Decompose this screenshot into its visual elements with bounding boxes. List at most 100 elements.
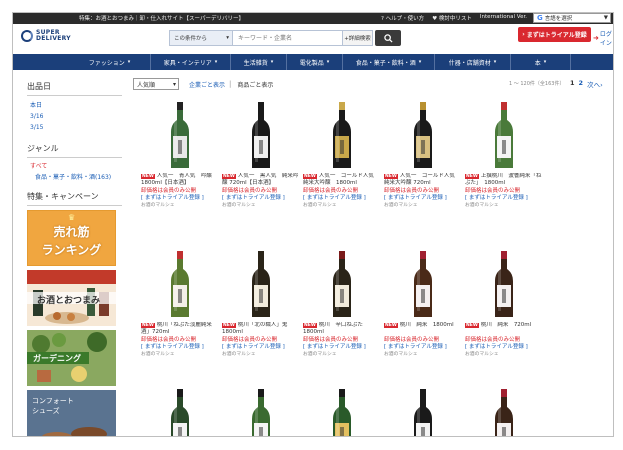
help-link[interactable]: ? ヘルプ・使い方 [381,14,424,22]
seller-name[interactable]: お酒のマルシェ [384,202,462,210]
site-logo[interactable]: SUPER DELIVERY [21,30,71,42]
product-card[interactable] [141,389,219,436]
chevron-down-icon: ▾ [493,59,497,65]
product-thumbnail[interactable] [222,251,300,319]
product-thumbnail[interactable] [303,102,381,170]
product-title[interactable]: NEW 桃川 辛口ねぶた 1800ml [303,322,381,336]
search-icon [383,33,393,43]
product-card[interactable] [465,389,543,436]
trial-register-link[interactable]: [ まずはトライアル登録 ] [303,344,381,351]
nav-item[interactable]: 生活雑貨 ▾ [231,54,287,70]
search-input[interactable] [233,30,343,46]
genre-all[interactable]: すべて [27,162,122,172]
chevron-down-icon: ▾ [326,59,330,65]
nav-item[interactable]: ファッション ▾ [69,54,151,70]
product-title[interactable]: NEW 人気一 ゴールド人気 純米大吟醸 1800ml [303,173,381,187]
nav-item[interactable]: 本 ▾ [511,54,571,70]
international-link[interactable]: International Ver. [480,14,527,22]
language-selector[interactable]: G 言語を選択 ▼ [533,13,611,23]
advanced-search-button[interactable]: +詳細検索 [343,30,373,46]
seller-name[interactable]: お酒のマルシェ [465,351,543,359]
banner-sake-snacks[interactable]: お酒とおつまみ [27,270,116,326]
product-thumbnail[interactable] [303,389,381,436]
seller-name[interactable]: お酒のマルシェ [222,351,300,359]
product-thumbnail[interactable] [141,251,219,319]
product-card[interactable]: NEW 桃川 辛口ねぶた 1800ml 卸価格は会員のみ公開[ まずはトライアル登録… [303,251,381,359]
seller-name[interactable]: お酒のマルシェ [141,351,219,359]
trial-register-link[interactable]: [ まずはトライアル登録 ] [465,195,543,202]
product-thumbnail[interactable] [465,102,543,170]
trial-register-link[interactable]: [ まずはトライアル登録 ] [222,195,300,202]
seller-name[interactable]: お酒のマルシェ [303,351,381,359]
nav-item[interactable]: 電化製品 ▾ [287,54,343,70]
seller-name[interactable]: お酒のマルシェ [141,202,219,210]
product-card[interactable]: NEW 人気一 ゴールド人気 純米大吟醸 1800ml 卸価格は会員のみ公開[ まず… [303,102,381,210]
product-thumbnail[interactable] [222,102,300,170]
view-by-company-link[interactable]: 企業ごと表示 [189,80,225,89]
date-item[interactable]: 3/16 [27,111,122,122]
price-notice: 卸価格は会員のみ公開 [465,337,521,343]
trial-register-link[interactable]: [ まずはトライアル登録 ] [141,195,219,202]
product-card[interactable] [303,389,381,436]
product-thumbnail[interactable] [465,389,543,436]
banner-comfort-shoes[interactable]: コンフォート シューズ [27,390,116,436]
seller-name[interactable]: お酒のマルシェ [465,202,543,210]
product-thumbnail[interactable] [384,389,462,436]
wishlist-link[interactable]: ♥ 検討中リスト [432,14,472,22]
product-thumbnail[interactable] [465,251,543,319]
product-card[interactable]: NEW 桃川「北の職人」鬼 1800ml 卸価格は会員のみ公開[ まずはトライアル登… [222,251,300,359]
date-today[interactable]: 本日 [27,100,122,111]
date-item[interactable]: 3/15 [27,122,122,133]
trial-register-link[interactable]: [ まずはトライアル登録 ] [465,344,543,351]
sake-bottle-image [252,389,270,436]
seller-name[interactable]: お酒のマルシェ [303,202,381,210]
product-title[interactable]: NEW 上撰桃川 波響純米「ねぶた」 1800ml [465,173,543,187]
product-thumbnail[interactable] [384,102,462,170]
product-card[interactable] [384,389,462,436]
search-button[interactable] [375,30,401,46]
product-card[interactable]: NEW 人気一 黒人気 純米吟醸 720ml【日本酒】 卸価格は会員のみ公開[ まず… [222,102,300,210]
product-title[interactable]: NEW 桃川 純米 720ml [465,322,543,336]
banner-ranking[interactable]: ♛ 売れ筋 ランキング [27,210,116,266]
product-card[interactable]: NEW 人気一 青人気 吟醸 1800ml【日本酒】 卸価格は会員のみ公開[ まずは… [141,102,219,210]
nav-item[interactable]: 食品・菓子・飲料・酒 ▾ [343,54,435,70]
product-title[interactable]: NEW 人気一 ゴールド人気 純米大吟醸 720ml [384,173,462,187]
product-title[interactable]: NEW 人気一 黒人気 純米吟醸 720ml【日本酒】 [222,173,300,187]
product-thumbnail[interactable] [141,102,219,170]
product-card[interactable]: NEW 桃川「ねぶた淡麗純米酒」720ml 卸価格は会員のみ公開[ まずはトライアル… [141,251,219,359]
nav-item[interactable]: 家具・インテリア ▾ [151,54,231,70]
trial-register-link[interactable]: [ まずはトライアル登録 ] [384,195,462,202]
product-card[interactable]: NEW 桃川 純米 1800ml 卸価格は会員のみ公開[ まずはトライアル登録 ] お… [384,251,462,359]
genre-food[interactable]: 食品・菓子・飲料・酒(163) [27,172,122,183]
seller-name[interactable]: お酒のマルシェ [222,202,300,210]
product-card[interactable] [222,389,300,436]
product-title[interactable]: NEW 桃川「ねぶた淡麗純米酒」720ml [141,322,219,336]
product-title[interactable]: NEW 桃川「北の職人」鬼 1800ml [222,322,300,336]
product-thumbnail[interactable] [222,389,300,436]
trial-register-link[interactable]: [ まずはトライアル登録 ] [384,344,462,351]
sake-bottle-image [414,389,432,436]
next-page-link[interactable]: 次へ› [587,79,603,89]
product-title[interactable]: NEW 桃川 純米 1800ml [384,322,462,336]
trial-register-link[interactable]: [ まずはトライアル登録 ] [303,195,381,202]
search-scope-select[interactable]: この条件から ▾ [169,30,233,46]
product-card[interactable]: NEW 上撰桃川 波響純米「ねぶた」 1800ml 卸価格は会員のみ公開[ まずはト… [465,102,543,210]
trial-register-link[interactable]: [ まずはトライアル登録 ] [141,344,219,351]
product-thumbnail[interactable] [384,251,462,319]
product-title[interactable]: NEW 人気一 青人気 吟醸 1800ml【日本酒】 [141,173,219,187]
trial-register-link[interactable]: [ まずはトライアル登録 ] [222,344,300,351]
product-card[interactable]: NEW 桃川 純米 720ml 卸価格は会員のみ公開[ まずはトライアル登録 ] お酒… [465,251,543,359]
nav-item[interactable]: 什器・店舗資材 ▾ [435,54,511,70]
help-icon: ? [381,16,384,22]
sake-bottle-image [252,251,270,317]
page-link[interactable]: 2 [579,79,584,89]
product-thumbnail[interactable] [303,251,381,319]
product-card[interactable]: NEW 人気一 ゴールド人気 純米大吟醸 720ml 卸価格は会員のみ公開[ まずは… [384,102,462,210]
sort-select[interactable]: 人気順 ▾ [133,78,179,90]
seller-name[interactable]: お酒のマルシェ [384,351,462,359]
login-link[interactable]: ➜ ログイン [593,29,613,47]
banner-gardening[interactable]: ガーデニング [27,330,116,386]
product-thumbnail[interactable] [141,389,219,436]
new-badge: NEW [465,323,479,328]
trial-register-button[interactable]: › まずはトライアル登録 [518,27,591,42]
